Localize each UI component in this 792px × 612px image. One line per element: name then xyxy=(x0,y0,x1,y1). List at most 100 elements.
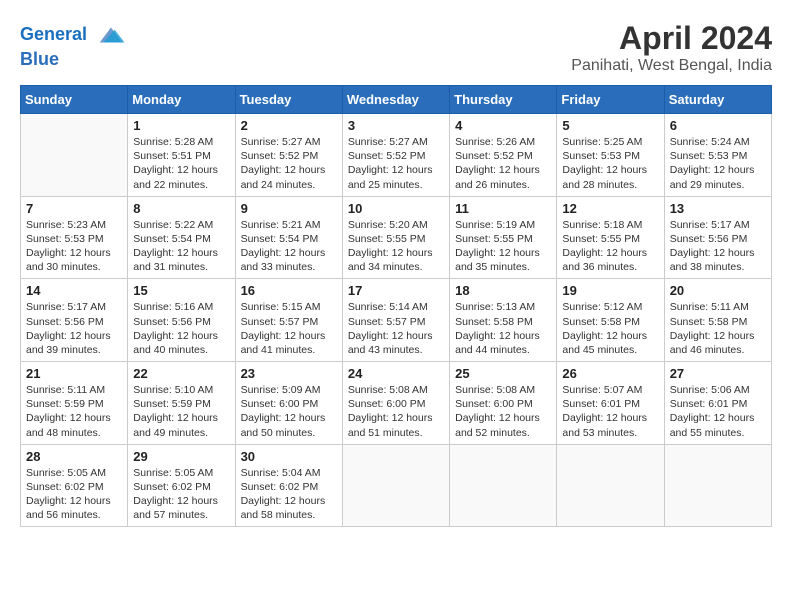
calendar-cell: 7 Sunrise: 5:23 AM Sunset: 5:53 PM Daylig… xyxy=(21,196,128,279)
day-number: 11 xyxy=(455,201,551,216)
day-number: 22 xyxy=(133,366,229,381)
day-info: Sunrise: 5:28 AM Sunset: 5:51 PM Dayligh… xyxy=(133,135,229,192)
calendar-cell: 30 Sunrise: 5:04 AM Sunset: 6:02 PM Dayli… xyxy=(235,444,342,527)
calendar-cell: 10 Sunrise: 5:20 AM Sunset: 5:55 PM Dayli… xyxy=(342,196,449,279)
calendar-cell: 14 Sunrise: 5:17 AM Sunset: 5:56 PM Dayli… xyxy=(21,279,128,362)
day-info: Sunrise: 5:25 AM Sunset: 5:53 PM Dayligh… xyxy=(562,135,658,192)
day-number: 17 xyxy=(348,283,444,298)
calendar-cell: 16 Sunrise: 5:15 AM Sunset: 5:57 PM Dayli… xyxy=(235,279,342,362)
weekday-header: Thursday xyxy=(450,86,557,114)
calendar-cell: 15 Sunrise: 5:16 AM Sunset: 5:56 PM Dayli… xyxy=(128,279,235,362)
day-info: Sunrise: 5:17 AM Sunset: 5:56 PM Dayligh… xyxy=(670,218,766,275)
calendar-cell: 25 Sunrise: 5:08 AM Sunset: 6:00 PM Dayli… xyxy=(450,362,557,445)
day-number: 19 xyxy=(562,283,658,298)
day-info: Sunrise: 5:20 AM Sunset: 5:55 PM Dayligh… xyxy=(348,218,444,275)
day-info: Sunrise: 5:06 AM Sunset: 6:01 PM Dayligh… xyxy=(670,383,766,440)
day-info: Sunrise: 5:10 AM Sunset: 5:59 PM Dayligh… xyxy=(133,383,229,440)
day-info: Sunrise: 5:07 AM Sunset: 6:01 PM Dayligh… xyxy=(562,383,658,440)
day-number: 8 xyxy=(133,201,229,216)
weekday-header: Saturday xyxy=(664,86,771,114)
day-number: 1 xyxy=(133,118,229,133)
day-info: Sunrise: 5:04 AM Sunset: 6:02 PM Dayligh… xyxy=(241,466,337,523)
day-number: 25 xyxy=(455,366,551,381)
day-number: 26 xyxy=(562,366,658,381)
day-number: 5 xyxy=(562,118,658,133)
day-info: Sunrise: 5:08 AM Sunset: 6:00 PM Dayligh… xyxy=(455,383,551,440)
day-number: 21 xyxy=(26,366,122,381)
calendar-week-row: 1 Sunrise: 5:28 AM Sunset: 5:51 PM Daylig… xyxy=(21,114,772,197)
day-number: 3 xyxy=(348,118,444,133)
day-number: 28 xyxy=(26,449,122,464)
day-number: 10 xyxy=(348,201,444,216)
day-number: 30 xyxy=(241,449,337,464)
day-number: 6 xyxy=(670,118,766,133)
calendar-cell: 13 Sunrise: 5:17 AM Sunset: 5:56 PM Dayli… xyxy=(664,196,771,279)
day-info: Sunrise: 5:26 AM Sunset: 5:52 PM Dayligh… xyxy=(455,135,551,192)
day-number: 20 xyxy=(670,283,766,298)
day-info: Sunrise: 5:15 AM Sunset: 5:57 PM Dayligh… xyxy=(241,300,337,357)
day-number: 13 xyxy=(670,201,766,216)
day-number: 16 xyxy=(241,283,337,298)
calendar-cell: 11 Sunrise: 5:19 AM Sunset: 5:55 PM Dayli… xyxy=(450,196,557,279)
day-number: 7 xyxy=(26,201,122,216)
calendar-cell: 4 Sunrise: 5:26 AM Sunset: 5:52 PM Daylig… xyxy=(450,114,557,197)
day-info: Sunrise: 5:17 AM Sunset: 5:56 PM Dayligh… xyxy=(26,300,122,357)
day-number: 18 xyxy=(455,283,551,298)
calendar-cell: 20 Sunrise: 5:11 AM Sunset: 5:58 PM Dayli… xyxy=(664,279,771,362)
calendar-cell xyxy=(21,114,128,197)
calendar-cell: 23Sunrise: 5:09 AM Sunset: 6:00 PM Dayli… xyxy=(235,362,342,445)
day-number: 15 xyxy=(133,283,229,298)
day-info: Sunrise: 5:05 AM Sunset: 6:02 PM Dayligh… xyxy=(133,466,229,523)
day-info: Sunrise: 5:14 AM Sunset: 5:57 PM Dayligh… xyxy=(348,300,444,357)
day-number: 12 xyxy=(562,201,658,216)
weekday-header-row: SundayMondayTuesdayWednesdayThursdayFrid… xyxy=(21,86,772,114)
month-title: April 2024 xyxy=(571,20,772,57)
calendar-week-row: 21 Sunrise: 5:11 AM Sunset: 5:59 PM Dayli… xyxy=(21,362,772,445)
day-info: Sunrise: 5:27 AM Sunset: 5:52 PM Dayligh… xyxy=(241,135,337,192)
day-info: Sunrise: 5:12 AM Sunset: 5:58 PM Dayligh… xyxy=(562,300,658,357)
calendar-cell: 19 Sunrise: 5:12 AM Sunset: 5:58 PM Dayli… xyxy=(557,279,664,362)
day-info: Sunrise: 5:19 AM Sunset: 5:55 PM Dayligh… xyxy=(455,218,551,275)
calendar-cell: 17 Sunrise: 5:14 AM Sunset: 5:57 PM Dayli… xyxy=(342,279,449,362)
day-number: 9 xyxy=(241,201,337,216)
day-info: Sunrise: 5:11 AM Sunset: 5:58 PM Dayligh… xyxy=(670,300,766,357)
day-info: Sunrise: 5:16 AM Sunset: 5:56 PM Dayligh… xyxy=(133,300,229,357)
day-info: Sunrise: 5:23 AM Sunset: 5:53 PM Dayligh… xyxy=(26,218,122,275)
day-number: 24 xyxy=(348,366,444,381)
title-area: April 2024 Panihati, West Bengal, India xyxy=(571,20,772,75)
day-info: Sunrise: 5:22 AM Sunset: 5:54 PM Dayligh… xyxy=(133,218,229,275)
logo-text: General xyxy=(20,20,126,50)
calendar-cell xyxy=(342,444,449,527)
calendar-cell: 29 Sunrise: 5:05 AM Sunset: 6:02 PM Dayli… xyxy=(128,444,235,527)
calendar-week-row: 28 Sunrise: 5:05 AM Sunset: 6:02 PM Dayli… xyxy=(21,444,772,527)
weekday-header: Friday xyxy=(557,86,664,114)
calendar-cell xyxy=(664,444,771,527)
day-info: Sunrise: 5:08 AM Sunset: 6:00 PM Dayligh… xyxy=(348,383,444,440)
calendar-week-row: 7 Sunrise: 5:23 AM Sunset: 5:53 PM Daylig… xyxy=(21,196,772,279)
calendar-table: SundayMondayTuesdayWednesdayThursdayFrid… xyxy=(20,85,772,527)
day-number: 2 xyxy=(241,118,337,133)
day-number: 29 xyxy=(133,449,229,464)
location-title: Panihati, West Bengal, India xyxy=(571,57,772,75)
calendar-cell: 24 Sunrise: 5:08 AM Sunset: 6:00 PM Dayli… xyxy=(342,362,449,445)
day-number: 14 xyxy=(26,283,122,298)
day-number: 27 xyxy=(670,366,766,381)
day-number: 23 xyxy=(241,366,337,381)
calendar-cell: 28Sunrise: 5:05 AM Sunset: 6:02 PM Dayli… xyxy=(21,444,128,527)
calendar-cell: 18Sunrise: 5:13 AM Sunset: 5:58 PM Dayli… xyxy=(450,279,557,362)
weekday-header: Sunday xyxy=(21,86,128,114)
calendar-cell: 8 Sunrise: 5:22 AM Sunset: 5:54 PM Daylig… xyxy=(128,196,235,279)
day-info: Sunrise: 5:21 AM Sunset: 5:54 PM Dayligh… xyxy=(241,218,337,275)
day-info: Sunrise: 5:11 AM Sunset: 5:59 PM Dayligh… xyxy=(26,383,122,440)
calendar-week-row: 14 Sunrise: 5:17 AM Sunset: 5:56 PM Dayli… xyxy=(21,279,772,362)
weekday-header: Wednesday xyxy=(342,86,449,114)
weekday-header: Tuesday xyxy=(235,86,342,114)
calendar-cell: 1 Sunrise: 5:28 AM Sunset: 5:51 PM Daylig… xyxy=(128,114,235,197)
day-info: Sunrise: 5:27 AM Sunset: 5:52 PM Dayligh… xyxy=(348,135,444,192)
calendar-cell: 6Sunrise: 5:24 AM Sunset: 5:53 PM Daylig… xyxy=(664,114,771,197)
calendar-cell: 22 Sunrise: 5:10 AM Sunset: 5:59 PM Dayli… xyxy=(128,362,235,445)
day-number: 4 xyxy=(455,118,551,133)
weekday-header: Monday xyxy=(128,86,235,114)
calendar-cell: 21 Sunrise: 5:11 AM Sunset: 5:59 PM Dayli… xyxy=(21,362,128,445)
logo: General Blue xyxy=(20,20,126,70)
